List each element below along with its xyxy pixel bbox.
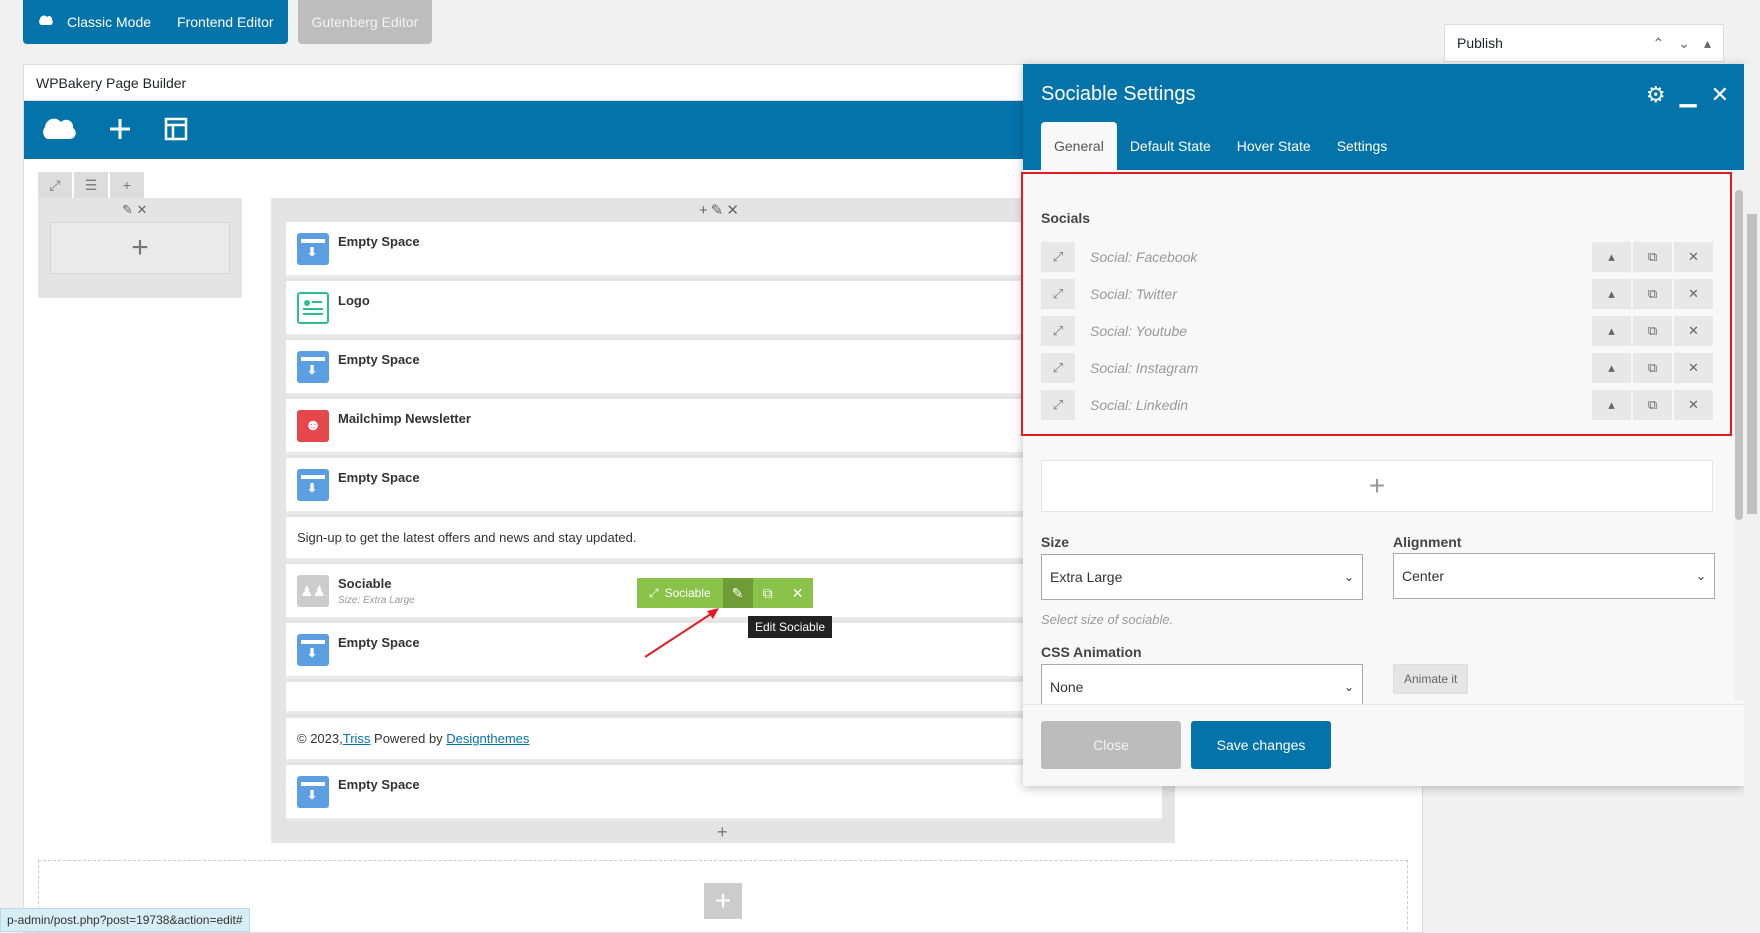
empty-space-icon: ⬇ bbox=[297, 469, 329, 501]
modal-title: Sociable Settings bbox=[1041, 83, 1196, 105]
close-icon: ✕ bbox=[791, 584, 804, 601]
tab-default-state[interactable]: Default State bbox=[1117, 122, 1224, 170]
alignment-label: Alignment bbox=[1393, 534, 1462, 550]
size-select[interactable]: Extra Large ⌄ bbox=[1041, 554, 1363, 600]
delete-sociable-button[interactable]: ✕ bbox=[782, 578, 813, 608]
main-column-tools[interactable]: +✎✕ bbox=[699, 201, 742, 219]
css-animation-select[interactable]: None ⌄ bbox=[1041, 664, 1363, 704]
element-name: Logo bbox=[338, 293, 370, 308]
column-tools[interactable]: ✎ ✕ bbox=[122, 202, 147, 218]
page-scrollbar-thumb[interactable] bbox=[1747, 214, 1757, 514]
element-name: Mailchimp Newsletter bbox=[338, 411, 471, 426]
chevron-up-icon[interactable]: ⌃ bbox=[1653, 35, 1665, 52]
close-button[interactable]: Close bbox=[1041, 721, 1181, 769]
sociable-drag-handle[interactable]: ⤢ Sociable bbox=[637, 578, 723, 608]
element-name: Empty Space bbox=[338, 470, 420, 485]
mode-buttons: Classic Mode Frontend Editor bbox=[23, 0, 288, 44]
element-name: Empty Space bbox=[338, 635, 420, 650]
element-subtitle: Size: Extra Large bbox=[338, 595, 415, 606]
add-element-icon[interactable] bbox=[108, 117, 132, 144]
editor-mode-bar: Classic Mode Frontend Editor Gutenberg E… bbox=[23, 0, 433, 44]
row-move-icon[interactable]: ⤢ bbox=[38, 172, 72, 198]
copy-icon: ⧉ bbox=[762, 584, 773, 601]
chevron-down-icon: ⌄ bbox=[1695, 569, 1706, 583]
collapse-icon[interactable]: ▴ bbox=[1704, 35, 1711, 52]
add-social-button[interactable]: + bbox=[1041, 460, 1713, 512]
element-name: Sociable bbox=[338, 576, 392, 591]
size-value: Extra Large bbox=[1050, 569, 1123, 585]
move-icon: ⤢ bbox=[649, 585, 659, 600]
templates-icon[interactable] bbox=[164, 117, 188, 144]
gutenberg-editor-button[interactable]: Gutenberg Editor bbox=[297, 0, 433, 44]
save-changes-button[interactable]: Save changes bbox=[1191, 721, 1331, 769]
wpbakery-logo-icon bbox=[37, 14, 53, 31]
left-column: ✎ ✕ + bbox=[38, 198, 242, 298]
status-url: p-admin/post.php?post=19738&action=edit# bbox=[0, 908, 250, 932]
element-name: Empty Space bbox=[338, 777, 420, 792]
publish-box-header[interactable]: Publish ⌃ ⌄ ▴ bbox=[1444, 24, 1724, 62]
logo-icon bbox=[297, 292, 329, 324]
tab-settings[interactable]: Settings bbox=[1324, 122, 1401, 170]
row-controls: ⤢ ☰ + bbox=[38, 172, 144, 198]
add-to-column-plus[interactable]: + bbox=[717, 822, 728, 843]
close-icon[interactable]: ✕ bbox=[1711, 82, 1729, 108]
element-name: Empty Space bbox=[338, 352, 420, 367]
frontend-editor-button[interactable]: Frontend Editor bbox=[177, 14, 274, 30]
text-block-content: Sign-up to get the latest offers and new… bbox=[297, 530, 637, 545]
empty-space-icon: ⬇ bbox=[297, 233, 329, 265]
size-help: Select size of sociable. bbox=[1041, 612, 1174, 627]
pencil-icon: ✎ bbox=[731, 584, 744, 601]
empty-space-icon: ⬇ bbox=[297, 351, 329, 383]
copyright-middle: Powered by bbox=[370, 731, 447, 746]
modal-header: Sociable Settings ⚙ ▁ ✕ General Default … bbox=[1023, 64, 1745, 170]
add-row-button[interactable]: + bbox=[704, 883, 742, 919]
chevron-down-icon: ⌄ bbox=[1343, 680, 1354, 694]
classic-mode-button[interactable]: Classic Mode bbox=[67, 14, 151, 30]
clone-sociable-button[interactable]: ⧉ bbox=[752, 578, 783, 608]
animate-it-button[interactable]: Animate it bbox=[1393, 664, 1469, 694]
wpbakery-cloud-icon[interactable] bbox=[38, 114, 76, 147]
edit-tooltip: Edit Sociable bbox=[748, 616, 833, 638]
modal-scrollbar[interactable] bbox=[1734, 170, 1744, 700]
add-element-to-column-button[interactable]: + bbox=[50, 222, 230, 274]
sociable-icon: ♟♟ bbox=[297, 575, 329, 607]
triss-link[interactable]: Triss bbox=[343, 731, 371, 746]
chevron-down-icon[interactable]: ⌄ bbox=[1678, 35, 1690, 52]
chevron-down-icon: ⌄ bbox=[1343, 570, 1354, 584]
sociable-control-label: Sociable bbox=[664, 586, 711, 600]
alignment-value: Center bbox=[1402, 568, 1445, 584]
css-animation-value: None bbox=[1050, 679, 1084, 695]
alignment-select[interactable]: Center ⌄ bbox=[1393, 553, 1715, 599]
minimize-icon[interactable]: ▁ bbox=[1680, 82, 1697, 108]
empty-space-icon: ⬇ bbox=[297, 634, 329, 666]
designthemes-link[interactable]: Designthemes bbox=[446, 731, 529, 746]
modal-header-icons: ⚙ ▁ ✕ bbox=[1646, 82, 1729, 108]
publish-title: Publish bbox=[1457, 35, 1503, 51]
row-add-icon[interactable]: + bbox=[110, 172, 144, 198]
mailchimp-icon: ☻ bbox=[297, 410, 329, 442]
annotation-arrow-icon bbox=[645, 608, 719, 658]
size-label: Size bbox=[1041, 534, 1070, 550]
modal-tabs: General Default State Hover State Settin… bbox=[1041, 122, 1400, 170]
modal-footer: Close Save changes bbox=[1023, 704, 1745, 786]
publish-controls: ⌃ ⌄ ▴ bbox=[1653, 35, 1712, 52]
tab-hover-state[interactable]: Hover State bbox=[1224, 122, 1324, 170]
tab-general[interactable]: General bbox=[1041, 122, 1117, 170]
gear-icon[interactable]: ⚙ bbox=[1646, 82, 1666, 108]
highlight-box bbox=[1021, 172, 1732, 436]
empty-space-icon: ⬇ bbox=[297, 776, 329, 808]
css-animation-label: CSS Animation bbox=[1041, 644, 1142, 660]
page-scrollbar[interactable] bbox=[1744, 64, 1760, 933]
row-layout-icon[interactable]: ☰ bbox=[74, 172, 108, 198]
copyright-prefix: © 2023, bbox=[297, 731, 343, 746]
element-name: Empty Space bbox=[338, 234, 420, 249]
edit-sociable-button[interactable]: ✎ bbox=[722, 578, 753, 608]
sociable-element-controls: ⤢ Sociable ✎ ⧉ ✕ bbox=[637, 578, 813, 608]
scrollbar-thumb[interactable] bbox=[1735, 190, 1743, 520]
